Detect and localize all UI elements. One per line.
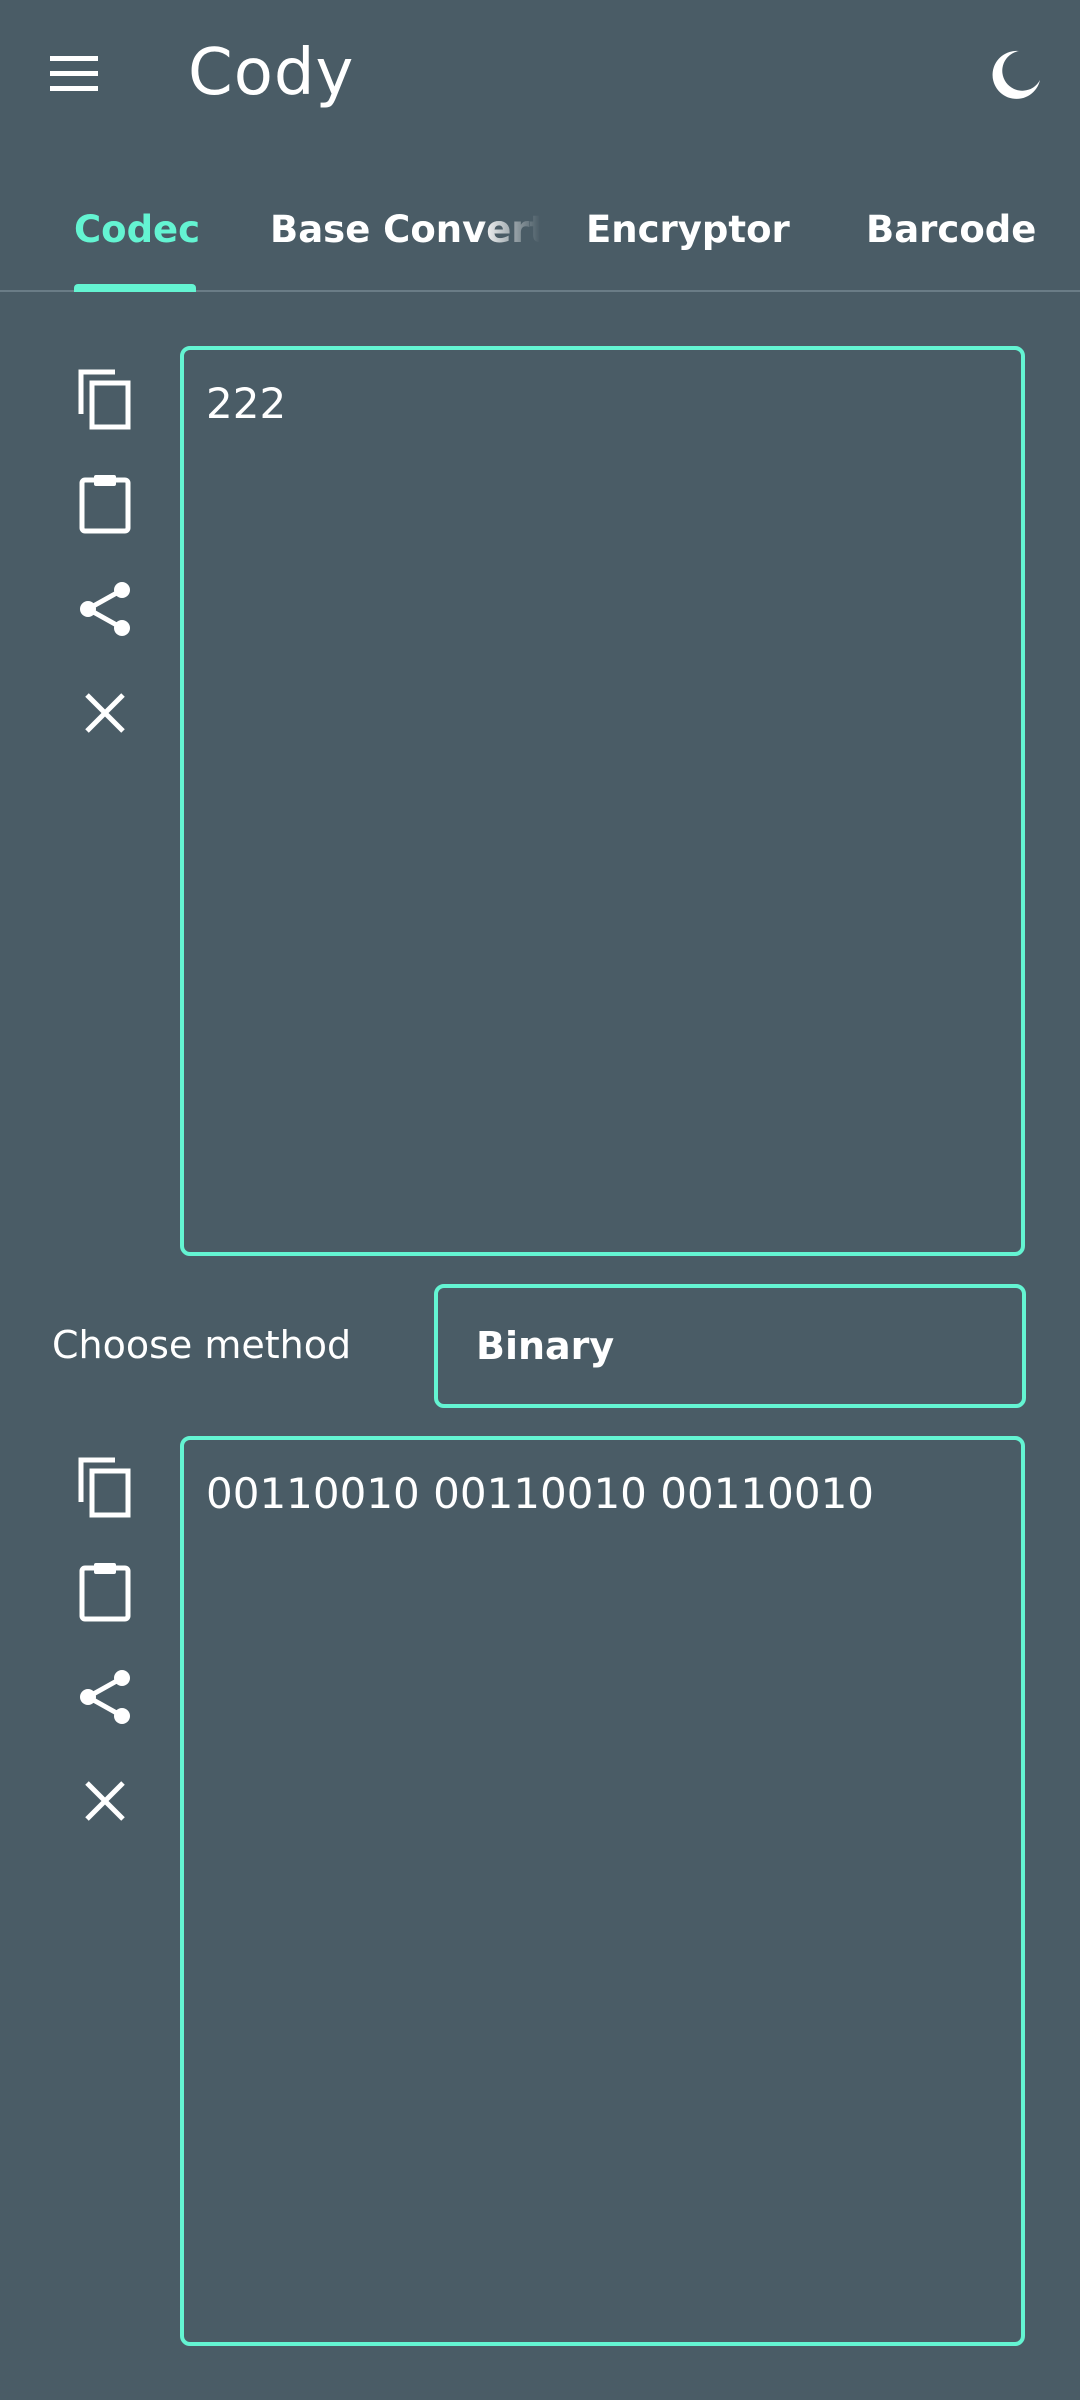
tab-base-converter[interactable]: Base Converter <box>270 168 540 290</box>
tab-barcode[interactable]: Barcode <box>866 168 1036 290</box>
tab-encryptor[interactable]: Encryptor <box>586 168 790 290</box>
clear-input-button[interactable] <box>60 668 150 758</box>
close-icon <box>85 693 125 733</box>
share-input-button[interactable] <box>60 564 150 654</box>
moon-icon <box>992 50 1040 99</box>
theme-toggle-button[interactable] <box>976 36 1056 112</box>
output-textarea[interactable]: 00110010 00110010 00110010 <box>180 1436 1025 2346</box>
clear-output-button[interactable] <box>60 1756 150 1846</box>
paste-input-button[interactable] <box>60 458 150 548</box>
method-label: Choose method <box>52 1323 352 1367</box>
app-title: Cody <box>188 36 355 110</box>
tab-indicator <box>74 284 196 292</box>
input-textarea[interactable]: 222 <box>180 346 1025 1256</box>
clipboard-icon <box>79 475 131 534</box>
paste-output-button[interactable] <box>60 1546 150 1636</box>
copy-output-button[interactable] <box>60 1442 150 1532</box>
copy-icon <box>78 369 131 430</box>
close-icon <box>85 1781 125 1821</box>
clipboard-icon <box>79 1563 131 1622</box>
copy-input-button[interactable] <box>60 354 150 444</box>
tab-bar: Codec Base Converter Encryptor Barcode <box>0 168 1080 292</box>
share-icon <box>80 582 130 636</box>
copy-icon <box>78 1457 131 1518</box>
share-icon <box>80 1670 130 1724</box>
menu-icon <box>50 56 98 91</box>
menu-button[interactable] <box>30 36 118 112</box>
app-bar: Cody <box>0 0 1080 150</box>
tab-codec[interactable]: Codec <box>74 168 200 290</box>
method-dropdown[interactable]: Binary <box>434 1284 1026 1408</box>
share-output-button[interactable] <box>60 1652 150 1742</box>
